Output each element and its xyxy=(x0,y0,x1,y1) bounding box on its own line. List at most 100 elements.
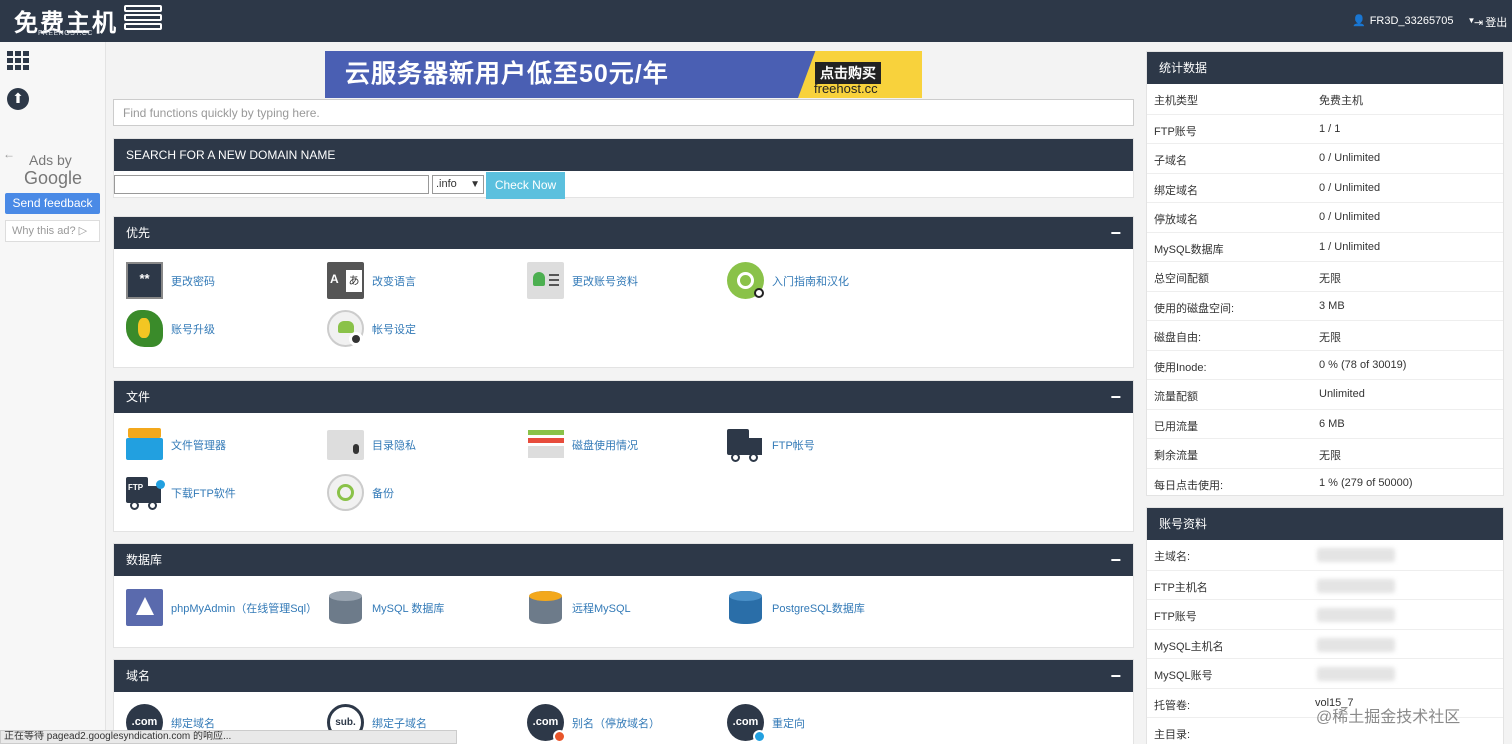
stat-value: 无限 xyxy=(1319,332,1341,344)
collapse-icon[interactable]: − xyxy=(1110,381,1121,413)
upgrade-account-tool[interactable]: 账号升级 xyxy=(126,310,215,347)
tool-label: MySQL 数据库 xyxy=(372,602,445,615)
account-label: FTP账号 xyxy=(1154,611,1197,623)
redacted-value xyxy=(1317,637,1395,652)
ad-banner[interactable]: 云服务器新用户低至50元/年 点击购买 freehost.cc xyxy=(325,51,922,98)
domain-search-panel: SEARCH FOR A NEW DOMAIN NAME .info ▼ Che… xyxy=(113,138,1134,200)
stats-row: 剩余流量 无限 xyxy=(1147,438,1503,468)
stat-value: Unlimited xyxy=(1319,388,1365,400)
send-feedback-button[interactable]: Send feedback xyxy=(5,193,100,214)
ftp-accounts-tool[interactable]: FTP帐号 xyxy=(727,426,815,463)
ftp-truck-icon xyxy=(727,426,764,463)
stat-label: 主机类型 xyxy=(1154,95,1198,107)
change-password-tool[interactable]: ** 更改密码 xyxy=(126,262,215,299)
stats-row: 使用Inode: 0 % (78 of 30019) xyxy=(1147,349,1503,380)
check-now-button[interactable]: Check Now xyxy=(486,172,565,199)
tool-label: phpMyAdmin（在线管理Sql） xyxy=(171,602,318,615)
stats-row: MySQL数据库 1 / Unlimited xyxy=(1147,231,1503,262)
account-info-tool[interactable]: 更改账号资料 xyxy=(527,262,638,299)
phpmyadmin-icon xyxy=(126,589,163,626)
directory-privacy-tool[interactable]: 目录隐私 xyxy=(327,426,416,463)
priority-panel: 优先 − ** 更改密码 Aあ 改变语言 更改账号资料 入门指南和汉化 账号升级… xyxy=(113,216,1134,368)
stats-row: FTP账号 1 / 1 xyxy=(1147,113,1503,144)
parked-domains-tool[interactable]: .com 别名（停放域名） xyxy=(527,704,660,743)
tool-label: 目录隐私 xyxy=(372,439,416,452)
redirect-domain-icon: .com xyxy=(727,704,766,743)
account-label: MySQL账号 xyxy=(1154,670,1213,682)
stat-label: 总空间配额 xyxy=(1154,273,1209,285)
ftp-download-icon: FTP xyxy=(126,474,165,511)
stats-row: 主机类型 免费主机 xyxy=(1147,84,1503,114)
stat-value: 0 % (78 of 30019) xyxy=(1319,358,1407,371)
disk-usage-icon xyxy=(527,426,564,463)
stat-value: 6 MB xyxy=(1319,417,1345,430)
remote-mysql-tool[interactable]: 远程MySQL xyxy=(527,589,631,626)
stats-row: 每日点击使用: 1 % (279 of 50000) xyxy=(1147,467,1503,498)
stats-row: 磁盘自由: 无限 xyxy=(1147,320,1503,350)
backup-icon xyxy=(327,474,364,511)
stat-label: 流量配额 xyxy=(1154,391,1198,403)
alias-domain-icon: .com xyxy=(527,704,566,743)
tool-label: 文件管理器 xyxy=(171,439,226,452)
account-label: 主域名: xyxy=(1154,551,1191,563)
tld-select[interactable]: .info ▼ xyxy=(432,175,484,194)
upload-icon[interactable]: ⬆ xyxy=(7,88,29,110)
tool-label: 帐号设定 xyxy=(372,323,416,336)
collapse-icon[interactable]: − xyxy=(1110,660,1121,692)
back-arrow-icon[interactable]: ← xyxy=(3,147,15,161)
panel-title: 域名 xyxy=(126,669,151,683)
stat-value: 无限 xyxy=(1319,450,1341,462)
why-this-ad-button[interactable]: Why this ad? ▷ xyxy=(5,220,100,242)
tool-label: FTP帐号 xyxy=(772,439,815,452)
tool-label: 更改账号资料 xyxy=(572,275,638,288)
top-navbar: 免费主机 FREEHOST.CC 👤 FR3D_33265705 ▼ ⇥ 登出 xyxy=(0,0,1512,42)
files-panel: 文件 − 文件管理器 目录隐私 磁盘使用情况 FTP帐号 FTP 下载FTP软件… xyxy=(113,380,1134,532)
panel-header: SEARCH FOR A NEW DOMAIN NAME xyxy=(114,139,1133,171)
postgresql-tool[interactable]: PostgreSQL数据库 xyxy=(727,589,865,626)
tool-label: 重定向 xyxy=(772,717,805,730)
backup-tool[interactable]: 备份 xyxy=(327,474,394,511)
site-logo[interactable]: 免费主机 FREEHOST.CC xyxy=(14,3,164,39)
account-row: FTP账号 xyxy=(1147,599,1503,629)
account-label: MySQL主机名 xyxy=(1154,640,1224,653)
domain-name-input[interactable] xyxy=(114,175,429,194)
function-search-input[interactable] xyxy=(113,99,1134,126)
domain-search-row: .info ▼ Check Now xyxy=(114,172,1133,200)
disk-usage-tool[interactable]: 磁盘使用情况 xyxy=(527,426,638,463)
guide-icon xyxy=(727,262,764,299)
stat-label: 剩余流量 xyxy=(1154,450,1198,462)
account-label: FTP主机名 xyxy=(1154,581,1208,594)
panel-title: 数据库 xyxy=(126,553,163,567)
logout-link[interactable]: ⇥ 登出 xyxy=(1474,14,1507,30)
tool-label: 绑定域名 xyxy=(171,717,215,730)
stat-label: 每日点击使用: xyxy=(1154,479,1224,492)
stat-value: 无限 xyxy=(1319,273,1341,285)
stats-table: 主机类型 免费主机 FTP账号 1 / 1 子域名 0 / Unlimited 绑定域名 0 … xyxy=(1147,84,1503,497)
redirect-domain-label: .com xyxy=(732,716,759,728)
ads-by-label: Ads by xyxy=(29,152,72,168)
panel-header: 域名 − xyxy=(114,660,1133,692)
banner-url: freehost.cc xyxy=(814,81,878,96)
account-settings-tool[interactable]: 帐号设定 xyxy=(327,310,416,347)
download-ftp-tool[interactable]: FTP 下载FTP软件 xyxy=(126,474,236,511)
redirects-tool[interactable]: .com 重定向 xyxy=(727,704,805,743)
lock-folder-icon xyxy=(327,426,364,463)
mysql-databases-tool[interactable]: MySQL 数据库 xyxy=(327,589,444,626)
account-row: MySQL主机名 xyxy=(1147,628,1503,659)
language-icon: Aあ xyxy=(327,262,364,299)
stat-label: 子域名 xyxy=(1154,155,1187,167)
change-language-tool[interactable]: Aあ 改变语言 xyxy=(327,262,416,299)
stats-panel: 统计数据 主机类型 免费主机 FTP账号 1 / 1 子域名 0 / Unlimited 绑… xyxy=(1146,51,1504,496)
user-menu[interactable]: 👤 FR3D_33265705 ▼ xyxy=(1352,14,1475,28)
phpmyadmin-tool[interactable]: phpMyAdmin（在线管理Sql） xyxy=(126,589,317,626)
grid-menu-icon[interactable] xyxy=(7,51,29,70)
watermark: @稀土掘金技术社区 xyxy=(1316,709,1461,726)
file-manager-tool[interactable]: 文件管理器 xyxy=(126,426,226,463)
redacted-value xyxy=(1317,667,1395,681)
getting-started-tool[interactable]: 入门指南和汉化 xyxy=(727,262,849,299)
collapse-icon[interactable]: − xyxy=(1110,544,1121,576)
tool-label: 账号升级 xyxy=(171,323,215,336)
collapse-icon[interactable]: − xyxy=(1110,217,1121,249)
stat-value: 1 / 1 xyxy=(1319,122,1341,135)
account-row: MySQL账号 xyxy=(1147,658,1503,688)
